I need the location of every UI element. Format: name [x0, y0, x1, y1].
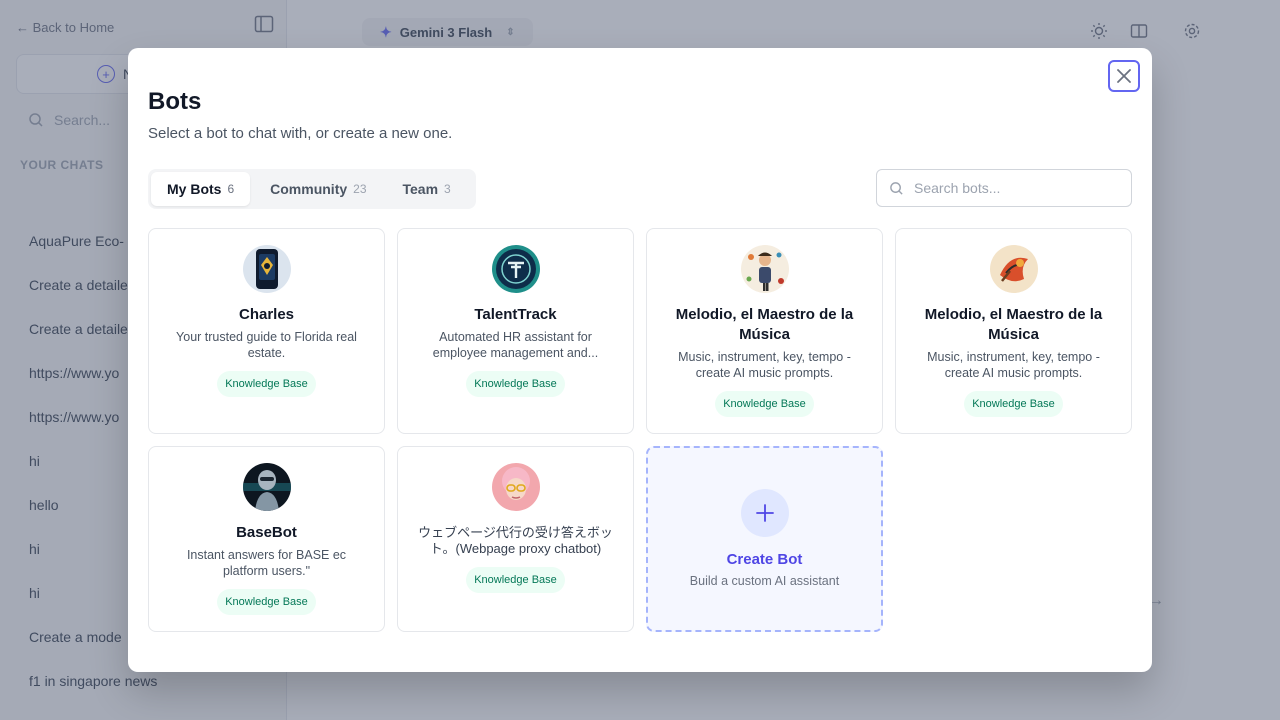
- bot-description: Music, instrument, key, tempo - create A…: [927, 350, 1100, 380]
- knowledge-base-badge: Knowledge Base: [466, 371, 565, 397]
- bot-card-melodio[interactable]: Melodio, el Maestro de la Música Music, …: [646, 228, 883, 434]
- bot-card-charles[interactable]: Charles Your trusted guide to Florida re…: [148, 228, 385, 434]
- tab-count: 6: [227, 182, 235, 196]
- bot-search-input[interactable]: [914, 180, 1114, 196]
- bots-modal: Bots Select a bot to chat with, or creat…: [128, 48, 1152, 672]
- tab-team[interactable]: Team 3: [387, 172, 467, 206]
- bot-description: ウェブページ代行の受け答えボット。(Webpage proxy chatbot): [418, 525, 613, 556]
- tab-label: My Bots: [167, 181, 222, 197]
- knowledge-base-badge: Knowledge Base: [466, 567, 565, 593]
- bot-avatar: [491, 245, 540, 293]
- bot-name: BaseBot: [236, 524, 297, 541]
- bot-avatar: [242, 463, 291, 511]
- create-bot-card[interactable]: Create Bot Build a custom AI assistant: [646, 446, 883, 632]
- bot-card-talenttrack[interactable]: TalentTrack Automated HR assistant for e…: [397, 228, 634, 434]
- bot-description: Music, instrument, key, tempo - create A…: [678, 350, 851, 380]
- bot-avatar: [740, 245, 789, 293]
- tab-community[interactable]: Community 23: [254, 172, 382, 206]
- bot-card-webpage-proxy[interactable]: ウェブページ代行の受け答えボット。(Webpage proxy chatbot)…: [397, 446, 634, 632]
- tab-my-bots[interactable]: My Bots 6: [151, 172, 251, 206]
- bot-avatar: [491, 463, 540, 511]
- create-bot-subtitle: Build a custom AI assistant: [689, 574, 840, 588]
- close-icon: [1117, 69, 1131, 83]
- create-bot-title: Create Bot: [726, 551, 803, 568]
- bot-name: Melodio, el Maestro de la Música: [675, 306, 854, 343]
- tab-label: Community: [270, 181, 348, 197]
- bot-search-box[interactable]: [876, 169, 1132, 207]
- plus-icon: [740, 489, 789, 537]
- bot-name: Charles: [238, 306, 295, 323]
- bot-description: Your trusted guide to Florida real estat…: [176, 330, 357, 360]
- modal-subtitle: Select a bot to chat with, or create a n…: [148, 125, 453, 142]
- knowledge-base-badge: Knowledge Base: [715, 391, 814, 417]
- modal-title: Bots: [148, 88, 202, 115]
- knowledge-base-badge: Knowledge Base: [217, 589, 316, 615]
- bot-description: Instant answers for BASE ec platform use…: [186, 548, 347, 578]
- bot-avatar: [989, 245, 1038, 293]
- bot-card-melodio[interactable]: Melodio, el Maestro de la Música Music, …: [895, 228, 1132, 434]
- search-icon: [890, 181, 903, 195]
- bot-name: Melodio, el Maestro de la Música: [924, 306, 1103, 343]
- bot-tabs: My Bots 6 Community 23 Team 3: [148, 169, 476, 209]
- tab-label: Team: [402, 181, 439, 197]
- tab-count: 3: [444, 182, 451, 196]
- bot-avatar: [242, 245, 291, 293]
- knowledge-base-badge: Knowledge Base: [217, 371, 316, 397]
- bot-description: Automated HR assistant for employee mana…: [432, 330, 599, 360]
- tab-count: 23: [353, 182, 367, 196]
- close-button[interactable]: [1108, 60, 1140, 92]
- bot-name: TalentTrack: [474, 306, 557, 323]
- knowledge-base-badge: Knowledge Base: [964, 391, 1063, 417]
- bot-card-basebot[interactable]: BaseBot Instant answers for BASE ec plat…: [148, 446, 385, 632]
